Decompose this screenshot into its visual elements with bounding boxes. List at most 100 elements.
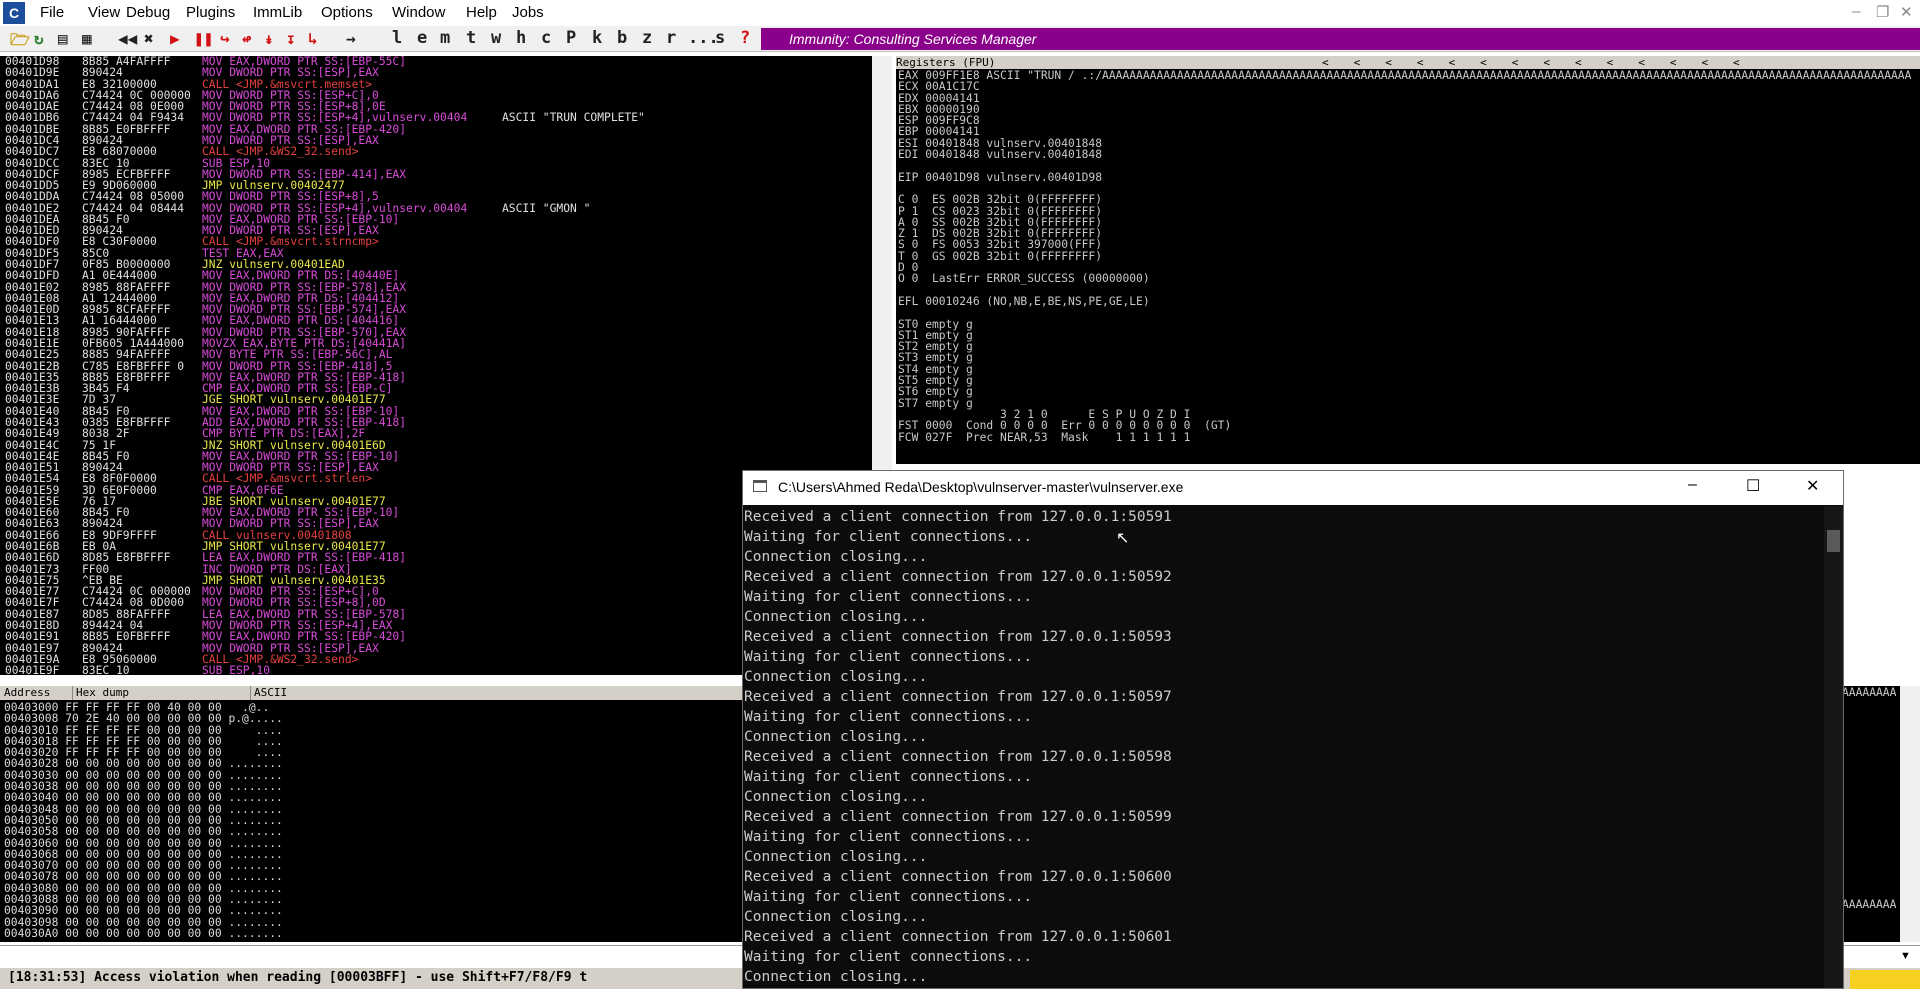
- disasm-hex: C74424 04 F9434: [82, 111, 185, 125]
- disasm-hex: A1 0E444000: [82, 269, 157, 283]
- disasm-instruction: SUB ESP,10: [202, 664, 271, 675]
- toolbar-button-c[interactable]: c: [541, 28, 551, 48]
- toolbar-button-w[interactable]: w: [491, 28, 501, 48]
- menu-file[interactable]: File: [40, 4, 64, 21]
- disasm-address: 00401DB6: [5, 111, 60, 125]
- toolbar-button-m[interactable]: m: [440, 28, 450, 48]
- disasm-hex: C74424 08 05000: [82, 190, 185, 204]
- menu-help[interactable]: Help: [466, 4, 497, 21]
- close-icon[interactable]: ✕: [1900, 3, 1913, 21]
- stack-scrollbar[interactable]: [1900, 686, 1920, 942]
- console-maximize-icon[interactable]: ☐: [1746, 476, 1760, 496]
- open-icon[interactable]: 🗁: [10, 29, 30, 56]
- go-to-icon[interactable]: →: [346, 29, 356, 48]
- toolbar-button-s[interactable]: s: [715, 28, 725, 48]
- toolbar-button-t[interactable]: t: [466, 28, 476, 48]
- hex-dump-row[interactable]: 00403040 00 00 00 00 00 00 00 00 .......…: [4, 792, 283, 804]
- toolbar-button-l[interactable]: l: [392, 28, 402, 48]
- hex-dump-row[interactable]: 00403058 00 00 00 00 00 00 00 00 .......…: [4, 826, 283, 838]
- registers-title: Registers (FPU): [896, 56, 996, 69]
- disasm-hex: 890424: [82, 66, 123, 80]
- console-line: Received a client connection from 127.0.…: [744, 869, 1172, 885]
- minimize-icon[interactable]: –: [1852, 3, 1860, 20]
- disasm-hex: 8B85 E0FBFFFF: [82, 630, 171, 644]
- toolbar-button-P[interactable]: P: [566, 28, 576, 48]
- disasm-instruction: MOV DWORD PTR SS:[ESP+4],vulnserv.00404: [202, 111, 468, 125]
- console-minimize-icon[interactable]: –: [1688, 476, 1697, 494]
- register-line: ST3 empty g: [898, 351, 973, 365]
- disasm-instruction: MOV EAX,DWORD PTR SS:[EBP-420]: [202, 630, 407, 644]
- run-icon[interactable]: ▶: [170, 29, 180, 48]
- disasm-address: 00401E25: [5, 348, 60, 362]
- console-line: Waiting for client connections...: [744, 709, 1033, 725]
- hex-dump-row[interactable]: 00403090 00 00 00 00 00 00 00 00 .......…: [4, 905, 283, 917]
- console-line: Waiting for client connections...: [744, 589, 1033, 605]
- console-line: Waiting for client connections...: [744, 649, 1033, 665]
- disasm-hex: 7D 37: [82, 393, 117, 407]
- trace-into-icon[interactable]: ↡: [264, 29, 274, 48]
- menu-window[interactable]: Window: [392, 4, 445, 21]
- stack-pane[interactable]: AAAAAAAA AAAAAAAA: [1840, 686, 1900, 942]
- registers-content: EAX 009FF1E8 ASCII "TRUN / .:/AAAAAAAAAA…: [898, 70, 1911, 443]
- toolbar-button-z[interactable]: z: [642, 28, 652, 48]
- command-dropdown-icon[interactable]: ▼: [1900, 950, 1911, 962]
- hex-dump-row[interactable]: 004030A0 00 00 00 00 00 00 00 00 .......…: [4, 928, 283, 940]
- step-into-icon[interactable]: ↪: [220, 29, 230, 48]
- console-line: Waiting for client connections...: [744, 529, 1033, 545]
- registers-nav-arrows[interactable]: <<<<<<<<<<<<<<: [1322, 56, 1765, 69]
- register-line: EIP 00401D98 vulnserv.00401D98: [898, 170, 1103, 184]
- toolbar-button-k[interactable]: k: [592, 28, 602, 48]
- mouse-cursor-icon: ↖: [1116, 530, 1130, 547]
- menu-view[interactable]: View: [88, 4, 120, 21]
- dump-col-ascii[interactable]: ASCII: [250, 686, 287, 700]
- disasm-comment: ASCII "GMON ": [502, 201, 591, 215]
- toolbar-button-help[interactable]: ?: [740, 28, 750, 48]
- toolbar-button-e[interactable]: e: [417, 28, 427, 48]
- toolbar-button-b[interactable]: b: [617, 28, 627, 48]
- console-line: Waiting for client connections...: [744, 829, 1033, 845]
- step-over-icon[interactable]: ↫: [242, 29, 252, 48]
- execute-till-return-icon[interactable]: ↳: [308, 29, 318, 48]
- toolbar-button-h[interactable]: h: [516, 28, 526, 48]
- register-line: EBX 00000190: [898, 102, 980, 116]
- hex-dump-content: 00403000 FF FF FF FF 00 40 00 00 .@.. 004…: [4, 702, 283, 940]
- hex-dump-row[interactable]: 00403008 70 2E 40 00 00 00 00 00 p.@....…: [4, 713, 283, 725]
- register-line: FCW 027F Prec NEAR,53 Mask 1 1 1 1 1 1: [898, 430, 1191, 444]
- console-line: Received a client connection from 127.0.…: [744, 809, 1172, 825]
- menu-jobs[interactable]: Jobs: [512, 4, 544, 21]
- disasm-address: 00401E49: [5, 427, 60, 441]
- toolbar-button-r[interactable]: r: [666, 28, 676, 48]
- close-program-icon[interactable]: ▤: [58, 29, 68, 48]
- console-title: C:\Users\Ahmed Reda\Desktop\vulnserver-m…: [778, 479, 1184, 495]
- disasm-hex: 8885 94FAFFFF: [82, 348, 171, 362]
- app-icon[interactable]: C: [3, 2, 25, 24]
- console-line: Received a client connection from 127.0.…: [744, 629, 1172, 645]
- stop-icon[interactable]: ✖: [144, 29, 154, 48]
- register-line: C 0 ES 002B 32bit 0(FFFFFFFF): [898, 193, 1103, 207]
- console-scrollbar[interactable]: [1824, 506, 1843, 988]
- menu-options[interactable]: Options: [321, 4, 373, 21]
- view-icon[interactable]: ▦: [82, 29, 92, 48]
- register-line: ST6 empty g: [898, 385, 973, 399]
- menu-plugins[interactable]: Plugins: [186, 4, 235, 21]
- console-line: Connection closing...: [744, 909, 928, 925]
- menu-debug[interactable]: Debug: [126, 4, 170, 21]
- registers-header: Registers (FPU) <<<<<<<<<<<<<<: [896, 56, 1920, 69]
- menu-immlib[interactable]: ImmLib: [253, 4, 302, 21]
- pause-icon[interactable]: ❚❚: [194, 29, 213, 48]
- rewind-icon[interactable]: ◀◀: [118, 29, 137, 48]
- disasm-hex: E8 68070000: [82, 145, 157, 159]
- restart-icon[interactable]: ↻: [34, 29, 44, 48]
- console-app-icon: [753, 480, 767, 492]
- disasm-hex: 83EC 10: [82, 664, 130, 675]
- dump-col-address[interactable]: Address: [4, 686, 50, 700]
- restore-icon[interactable]: ❐: [1876, 3, 1889, 21]
- console-scroll-thumb[interactable]: [1827, 530, 1840, 552]
- stack-line: AAAAAAAA: [1842, 686, 1897, 699]
- dump-col-hex[interactable]: Hex dump: [72, 686, 129, 700]
- register-line: ST1 empty g: [898, 328, 973, 342]
- trace-over-icon[interactable]: ↧: [286, 29, 296, 48]
- disasm-address: 00401E9F: [5, 664, 60, 675]
- console-close-icon[interactable]: ✕: [1806, 476, 1819, 496]
- console-line: Received a client connection from 127.0.…: [744, 929, 1172, 945]
